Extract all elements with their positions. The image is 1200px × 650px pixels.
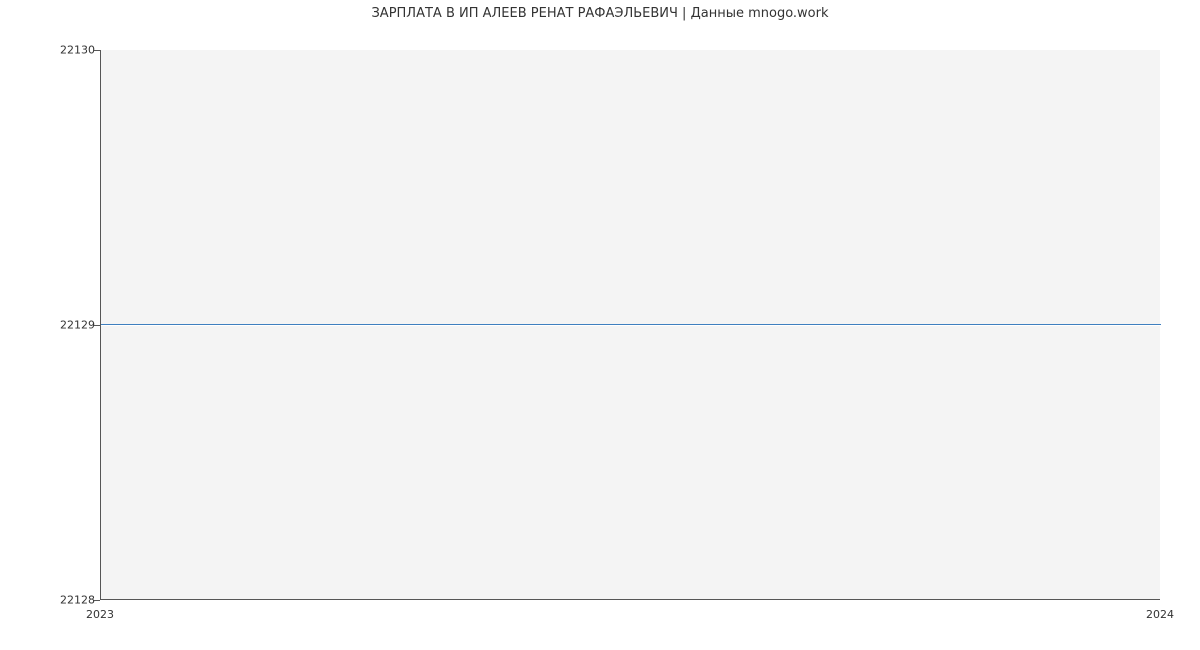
ytick-mark-0	[94, 600, 100, 601]
plot-area	[100, 50, 1160, 600]
salary-chart: ЗАРПЛАТА В ИП АЛЕЕВ РЕНАТ РАФАЭЛЬЕВИЧ | …	[0, 0, 1200, 650]
ytick-label-2: 22130	[50, 44, 95, 57]
ytick-label-1: 22129	[50, 319, 95, 332]
data-line	[101, 324, 1161, 325]
xtick-label-0: 2023	[86, 608, 114, 621]
ygrid-mid	[101, 325, 1161, 326]
ytick-label-0: 22128	[50, 594, 95, 607]
chart-title: ЗАРПЛАТА В ИП АЛЕЕВ РЕНАТ РАФАЭЛЬЕВИЧ | …	[0, 6, 1200, 21]
xtick-label-1: 2024	[1146, 608, 1174, 621]
